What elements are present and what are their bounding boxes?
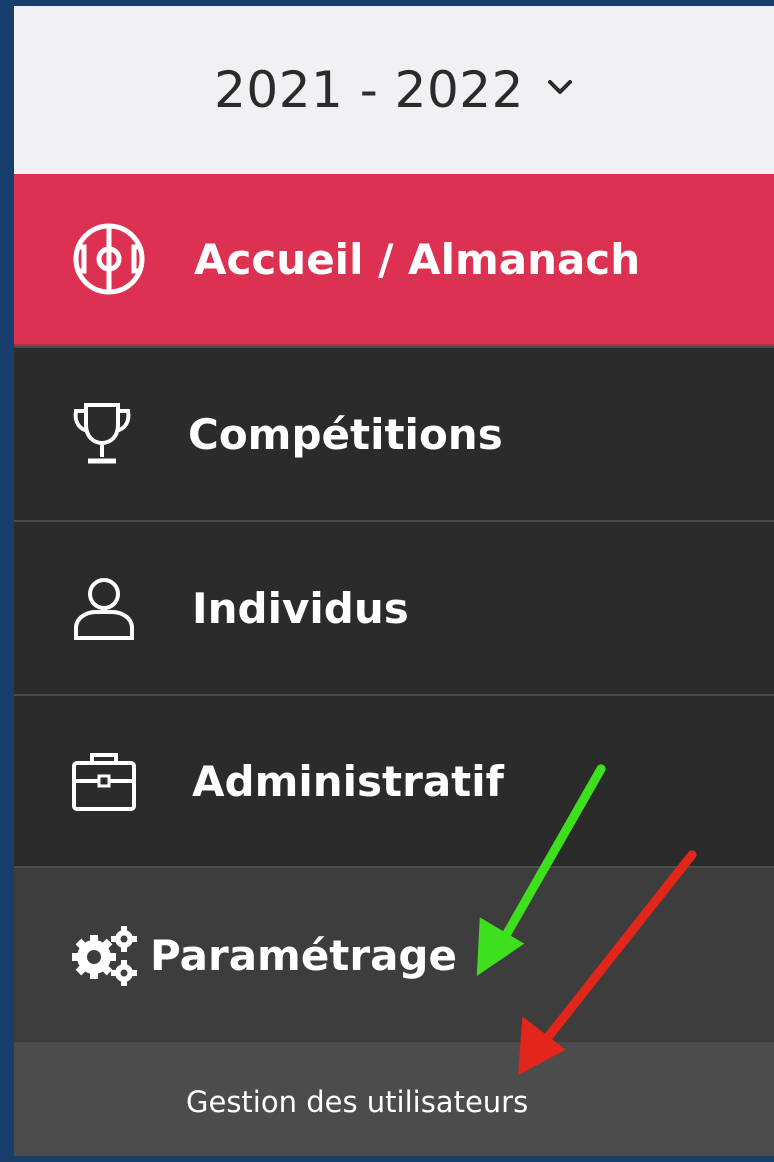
menu-item-label: Administratif [192, 756, 504, 806]
menu-item-competitions[interactable]: Compétitions [14, 346, 774, 520]
user-icon [70, 574, 138, 642]
season-selector[interactable]: 2021 - 2022 [14, 6, 774, 174]
trophy-icon [70, 401, 134, 467]
menu-item-label: Individus [192, 583, 409, 633]
menu-item-accueil[interactable]: Accueil / Almanach [14, 174, 774, 346]
menu-item-administratif[interactable]: Administratif [14, 694, 774, 866]
menu-item-label: Paramétrage [150, 930, 457, 980]
season-label: 2021 - 2022 [214, 61, 524, 119]
gears-icon [70, 923, 140, 987]
menu-item-individus[interactable]: Individus [14, 520, 774, 694]
sidebar-menu: 2021 - 2022 Accueil / Almanach Compétiti… [0, 0, 774, 1162]
chevron-down-icon [547, 80, 572, 94]
submenu-item-label: Gestion des utilisateurs [186, 1085, 529, 1119]
menu-item-label: Compétitions [188, 409, 503, 459]
football-field-icon [70, 220, 148, 298]
menu-item-parametrage[interactable]: Paramétrage [14, 866, 774, 1042]
submenu-item-gestion-utilisateurs[interactable]: Gestion des utilisateurs [14, 1042, 774, 1156]
menu-item-label: Accueil / Almanach [194, 234, 641, 284]
briefcase-icon [70, 749, 138, 813]
